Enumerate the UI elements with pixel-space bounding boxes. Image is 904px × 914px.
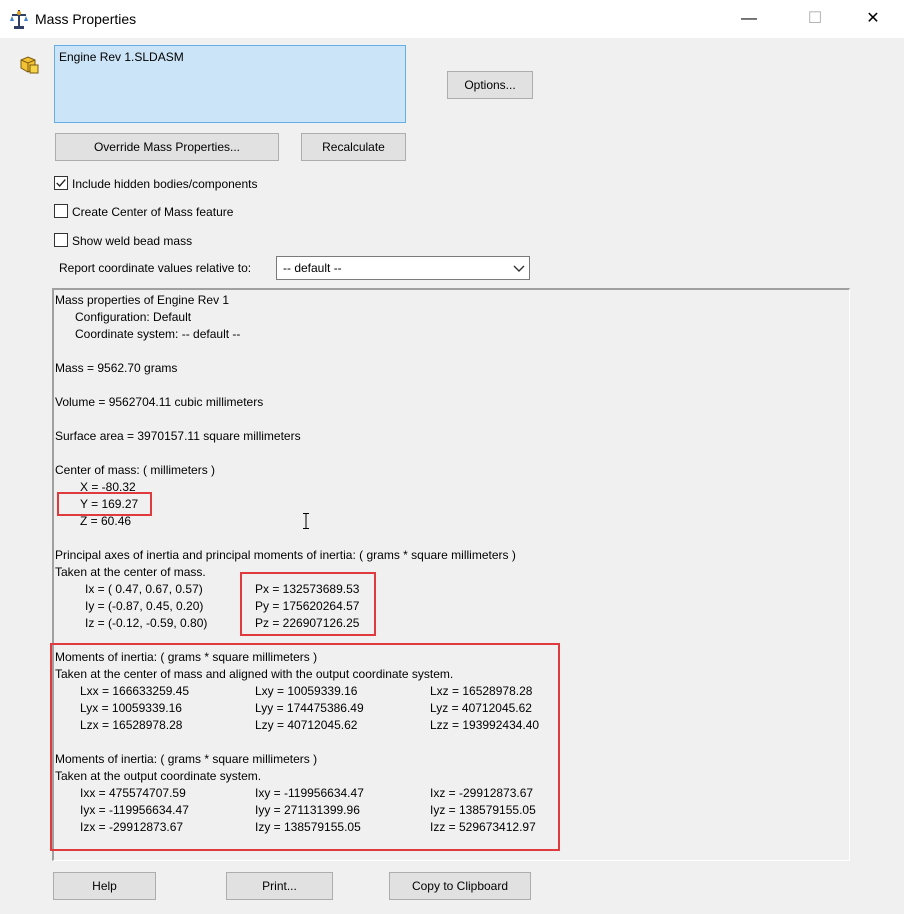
- principal-axis-row: Iy = (-0.87, 0.45, 0.20): [85, 599, 204, 613]
- print-button[interactable]: Print...: [226, 872, 333, 900]
- close-button[interactable]: ✕: [850, 0, 896, 38]
- volume-text: Volume = 9562704.11 cubic millimeters: [55, 395, 264, 409]
- principal-header: Principal axes of inertia and principal …: [55, 548, 516, 562]
- results-header: Mass properties of Engine Rev 1: [55, 293, 230, 307]
- recalculate-button[interactable]: Recalculate: [301, 133, 406, 161]
- configuration-text: Configuration: Default: [75, 310, 192, 324]
- principal-axis-row: Ix = ( 0.47, 0.67, 0.57): [85, 582, 203, 596]
- center-of-mass-label: Create Center of Mass feature: [72, 205, 234, 219]
- maximize-button[interactable]: ☐: [792, 0, 838, 38]
- weld-bead-label: Show weld bead mass: [72, 234, 193, 248]
- principal-subheader: Taken at the center of mass.: [55, 565, 206, 579]
- selected-items-list[interactable]: Engine Rev 1.SLDASM: [54, 45, 406, 123]
- selected-item[interactable]: Engine Rev 1.SLDASM: [59, 50, 184, 64]
- chevron-down-icon: [513, 265, 525, 272]
- coordinate-system-dropdown[interactable]: -- default --: [276, 256, 530, 280]
- highlight-moments-of-inertia: [50, 643, 560, 851]
- minimize-button[interactable]: —: [726, 0, 772, 38]
- window-title: Mass Properties: [35, 11, 137, 27]
- center-of-mass-checkbox[interactable]: [54, 204, 68, 218]
- highlight-principal-moments: [240, 572, 376, 636]
- include-hidden-label: Include hidden bodies/components: [72, 177, 258, 191]
- checkmark-icon: [56, 179, 66, 188]
- title-bar: Mass Properties — ☐ ✕: [0, 0, 904, 38]
- override-mass-properties-button[interactable]: Override Mass Properties...: [55, 133, 279, 161]
- copy-to-clipboard-button[interactable]: Copy to Clipboard: [389, 872, 531, 900]
- mass-text: Mass = 9562.70 grams: [55, 361, 178, 375]
- surface-area-text: Surface area = 3970157.11 square millime…: [55, 429, 301, 443]
- include-hidden-checkbox[interactable]: [54, 176, 68, 190]
- weld-bead-checkbox[interactable]: [54, 233, 68, 247]
- options-button[interactable]: Options...: [447, 71, 533, 99]
- assembly-selection-icon[interactable]: [18, 54, 40, 76]
- help-button[interactable]: Help: [53, 872, 156, 900]
- coord-system-text: Coordinate system: -- default --: [75, 327, 241, 341]
- principal-axis-row: Iz = (-0.12, -0.59, 0.80): [85, 616, 208, 630]
- coordinate-system-value: -- default --: [283, 261, 342, 275]
- center-of-mass-header: Center of mass: ( millimeters ): [55, 463, 216, 477]
- mass-properties-icon: [10, 10, 28, 29]
- com-z-text: Z = 60.46: [80, 514, 132, 528]
- highlight-com-y: [57, 492, 152, 516]
- text-cursor-icon: [303, 513, 309, 529]
- report-coordinate-label: Report coordinate values relative to:: [59, 261, 252, 275]
